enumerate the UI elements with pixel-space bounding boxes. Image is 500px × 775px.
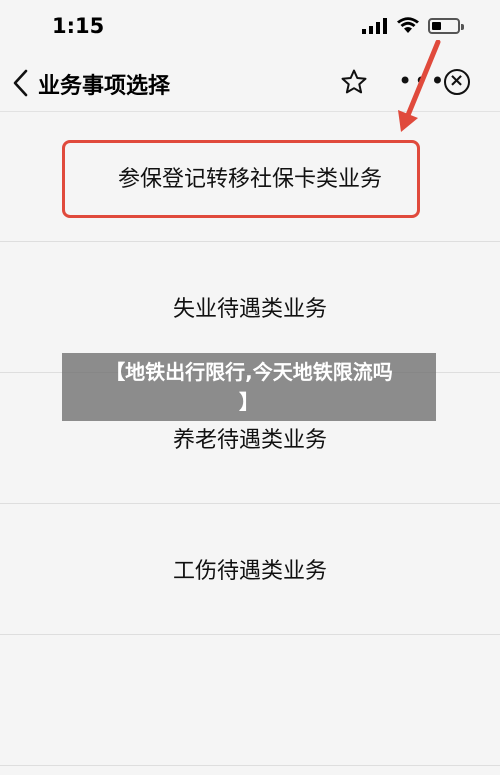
status-time: 1:15	[52, 14, 105, 38]
wifi-icon	[397, 17, 419, 33]
list-item-empty	[0, 635, 500, 766]
list-item-label: 工伤待遇类业务	[172, 559, 327, 584]
cellular-signal-icon	[362, 18, 387, 34]
page-title: 业务事项选择	[38, 74, 171, 99]
annotation-highlight-box	[62, 140, 420, 218]
overlay-caption-banner: 【地铁出行限行,今天地铁限流吗 】	[62, 353, 436, 421]
list-item-work-injury-benefit[interactable]: 工伤待遇类业务	[0, 504, 500, 635]
star-icon[interactable]	[340, 68, 368, 96]
close-label: ×	[449, 70, 465, 91]
overlay-caption-line1: 【地铁出行限行,今天地铁限流吗	[105, 360, 393, 384]
battery-icon	[428, 18, 464, 34]
annotation-arrow-icon	[398, 40, 441, 132]
list-item-label: 养老待遇类业务	[172, 428, 327, 453]
back-chevron-icon[interactable]	[10, 68, 32, 98]
overlay-caption-line2: 】	[239, 390, 259, 414]
list-item-label: 失业待遇类业务	[172, 297, 327, 322]
